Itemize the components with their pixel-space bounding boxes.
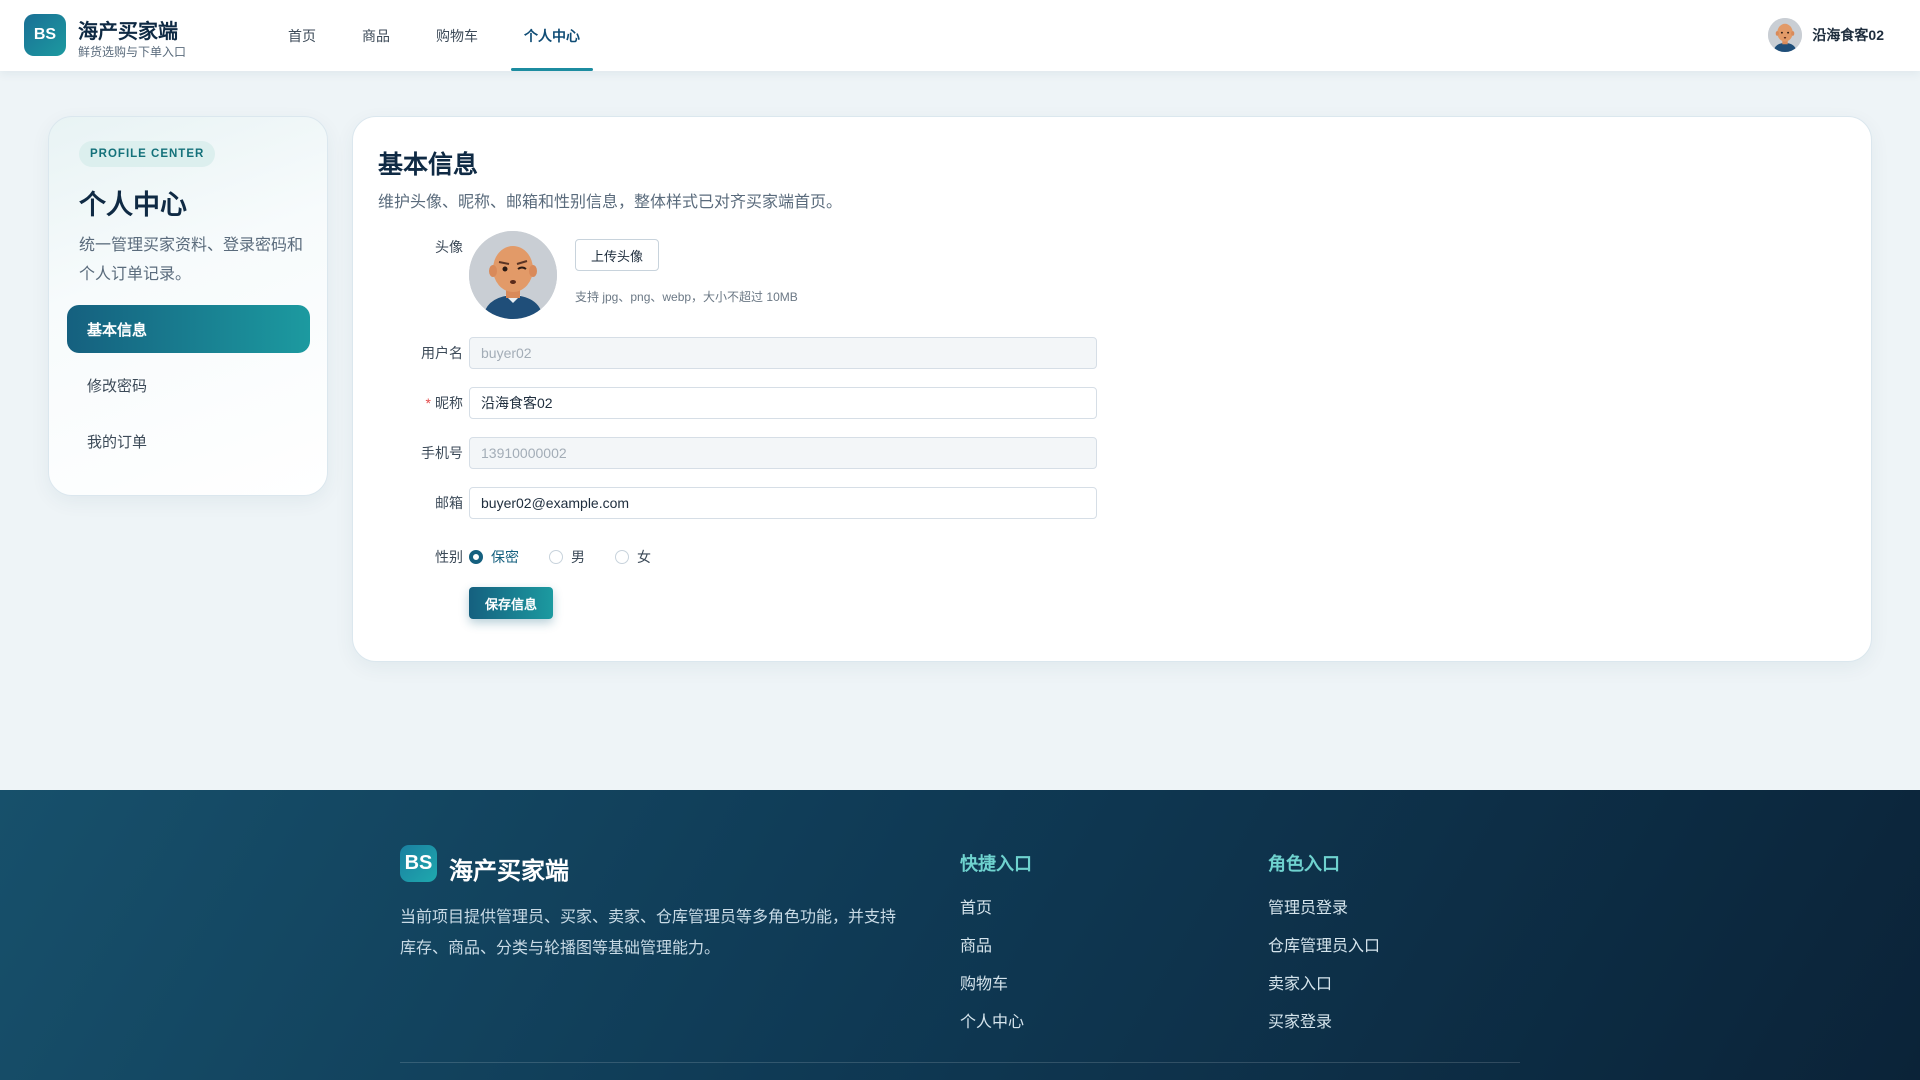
footer-link-buyer-login[interactable]: 买家登录: [1268, 1008, 1380, 1032]
avatar-icon: [469, 231, 557, 319]
sidebar-item-basic-info[interactable]: 基本信息: [67, 305, 310, 353]
sidebar-item-my-orders[interactable]: 我的订单: [67, 417, 310, 465]
top-header: BS 海产买家端 鲜货选购与下单入口 首页 商品 购物车 个人中心 沿海食客02: [0, 0, 1920, 71]
sidebar-menu: 基本信息 修改密码 我的订单: [67, 305, 310, 473]
main-nav: 首页 商品 购物车 个人中心: [272, 0, 610, 71]
nav-item-products[interactable]: 商品: [346, 0, 406, 71]
nickname-field[interactable]: 沿海食客02: [469, 387, 1097, 419]
footer-quick-links: 快捷入口 首页 商品 购物车 个人中心: [960, 850, 1032, 1046]
footer-quick-title: 快捷入口: [960, 854, 1032, 874]
sidebar-description: 统一管理买家资料、登录密码和个人订单记录。: [79, 237, 304, 283]
footer-link-warehouse[interactable]: 仓库管理员入口: [1268, 932, 1380, 956]
gender-radio-female[interactable]: 女: [615, 547, 651, 567]
profile-sidebar: PROFILE CENTER 个人中心 统一管理买家资料、登录密码和个人订单记录…: [48, 116, 328, 496]
user-name[interactable]: 沿海食客02: [1812, 25, 1884, 45]
brand-subtitle: 鲜货选购与下单入口: [78, 45, 187, 59]
save-info-button[interactable]: 保存信息: [469, 587, 554, 619]
gender-radio-male[interactable]: 男: [549, 547, 585, 567]
page-description: 维护头像、昵称、邮箱和性别信息，整体样式已对齐买家端首页。: [378, 194, 843, 211]
footer-link-profile[interactable]: 个人中心: [960, 1008, 1032, 1032]
footer-brand: 海产买家端: [449, 858, 569, 885]
phone-field: 13910000002: [469, 437, 1097, 469]
gender-radio-secret[interactable]: 保密: [469, 547, 519, 567]
avatar-icon[interactable]: [1768, 18, 1803, 52]
page-title: 基本信息: [378, 151, 479, 179]
sidebar-title: 个人中心: [79, 190, 187, 220]
footer-link-home[interactable]: 首页: [960, 894, 1032, 918]
footer-role-links: 角色入口 管理员登录 仓库管理员入口 卖家入口 买家登录: [1268, 850, 1380, 1046]
brand-logo[interactable]: BS: [24, 14, 66, 56]
nav-item-home[interactable]: 首页: [272, 0, 332, 71]
radio-unchecked-icon[interactable]: [615, 550, 629, 564]
required-mark: *: [425, 395, 431, 411]
user-menu[interactable]: 沿海食客02: [1768, 18, 1884, 52]
avatar-label: 头像: [435, 239, 463, 255]
site-footer: BS 海产买家端 当前项目提供管理员、买家、卖家、仓库管理员等多角色功能，并支持…: [0, 790, 1920, 1080]
upload-avatar-button[interactable]: 上传头像: [575, 239, 660, 271]
profile-center-badge: PROFILE CENTER: [79, 141, 216, 167]
footer-logo: BS: [400, 845, 437, 882]
footer-link-products[interactable]: 商品: [960, 932, 1032, 956]
nav-item-profile[interactable]: 个人中心: [508, 0, 596, 71]
username-label: 用户名: [421, 345, 463, 361]
footer-divider: [400, 1062, 1520, 1063]
brand-title[interactable]: 海产买家端: [78, 15, 178, 44]
footer-link-seller[interactable]: 卖家入口: [1268, 970, 1380, 994]
gender-label: 性别: [435, 549, 463, 565]
nickname-label: * 昵称: [353, 387, 463, 419]
upload-tip: 支持 jpg、png、webp，大小不超过 10MB: [575, 290, 798, 304]
radio-unchecked-icon[interactable]: [549, 550, 563, 564]
nickname-label-text: 昵称: [435, 395, 463, 411]
sidebar-item-change-password[interactable]: 修改密码: [67, 361, 310, 409]
footer-link-cart[interactable]: 购物车: [960, 970, 1032, 994]
email-label: 邮箱: [435, 495, 463, 511]
basic-info-card: 基本信息 维护头像、昵称、邮箱和性别信息，整体样式已对齐买家端首页。 头像 上传…: [352, 116, 1872, 662]
footer-description: 当前项目提供管理员、买家、卖家、仓库管理员等多角色功能，并支持库存、商品、分类与…: [400, 909, 897, 957]
username-field: buyer02: [469, 337, 1097, 369]
footer-role-title: 角色入口: [1268, 854, 1340, 874]
gender-option-label: 女: [637, 549, 651, 565]
footer-link-admin-login[interactable]: 管理员登录: [1268, 894, 1380, 918]
nav-item-cart[interactable]: 购物车: [420, 0, 494, 71]
gender-option-label: 保密: [491, 549, 519, 565]
phone-label: 手机号: [421, 445, 463, 461]
gender-radio-group: 保密 男 女: [469, 541, 681, 573]
email-field[interactable]: buyer02@example.com: [469, 487, 1097, 519]
gender-option-label: 男: [571, 549, 585, 565]
radio-checked-icon[interactable]: [469, 550, 483, 564]
